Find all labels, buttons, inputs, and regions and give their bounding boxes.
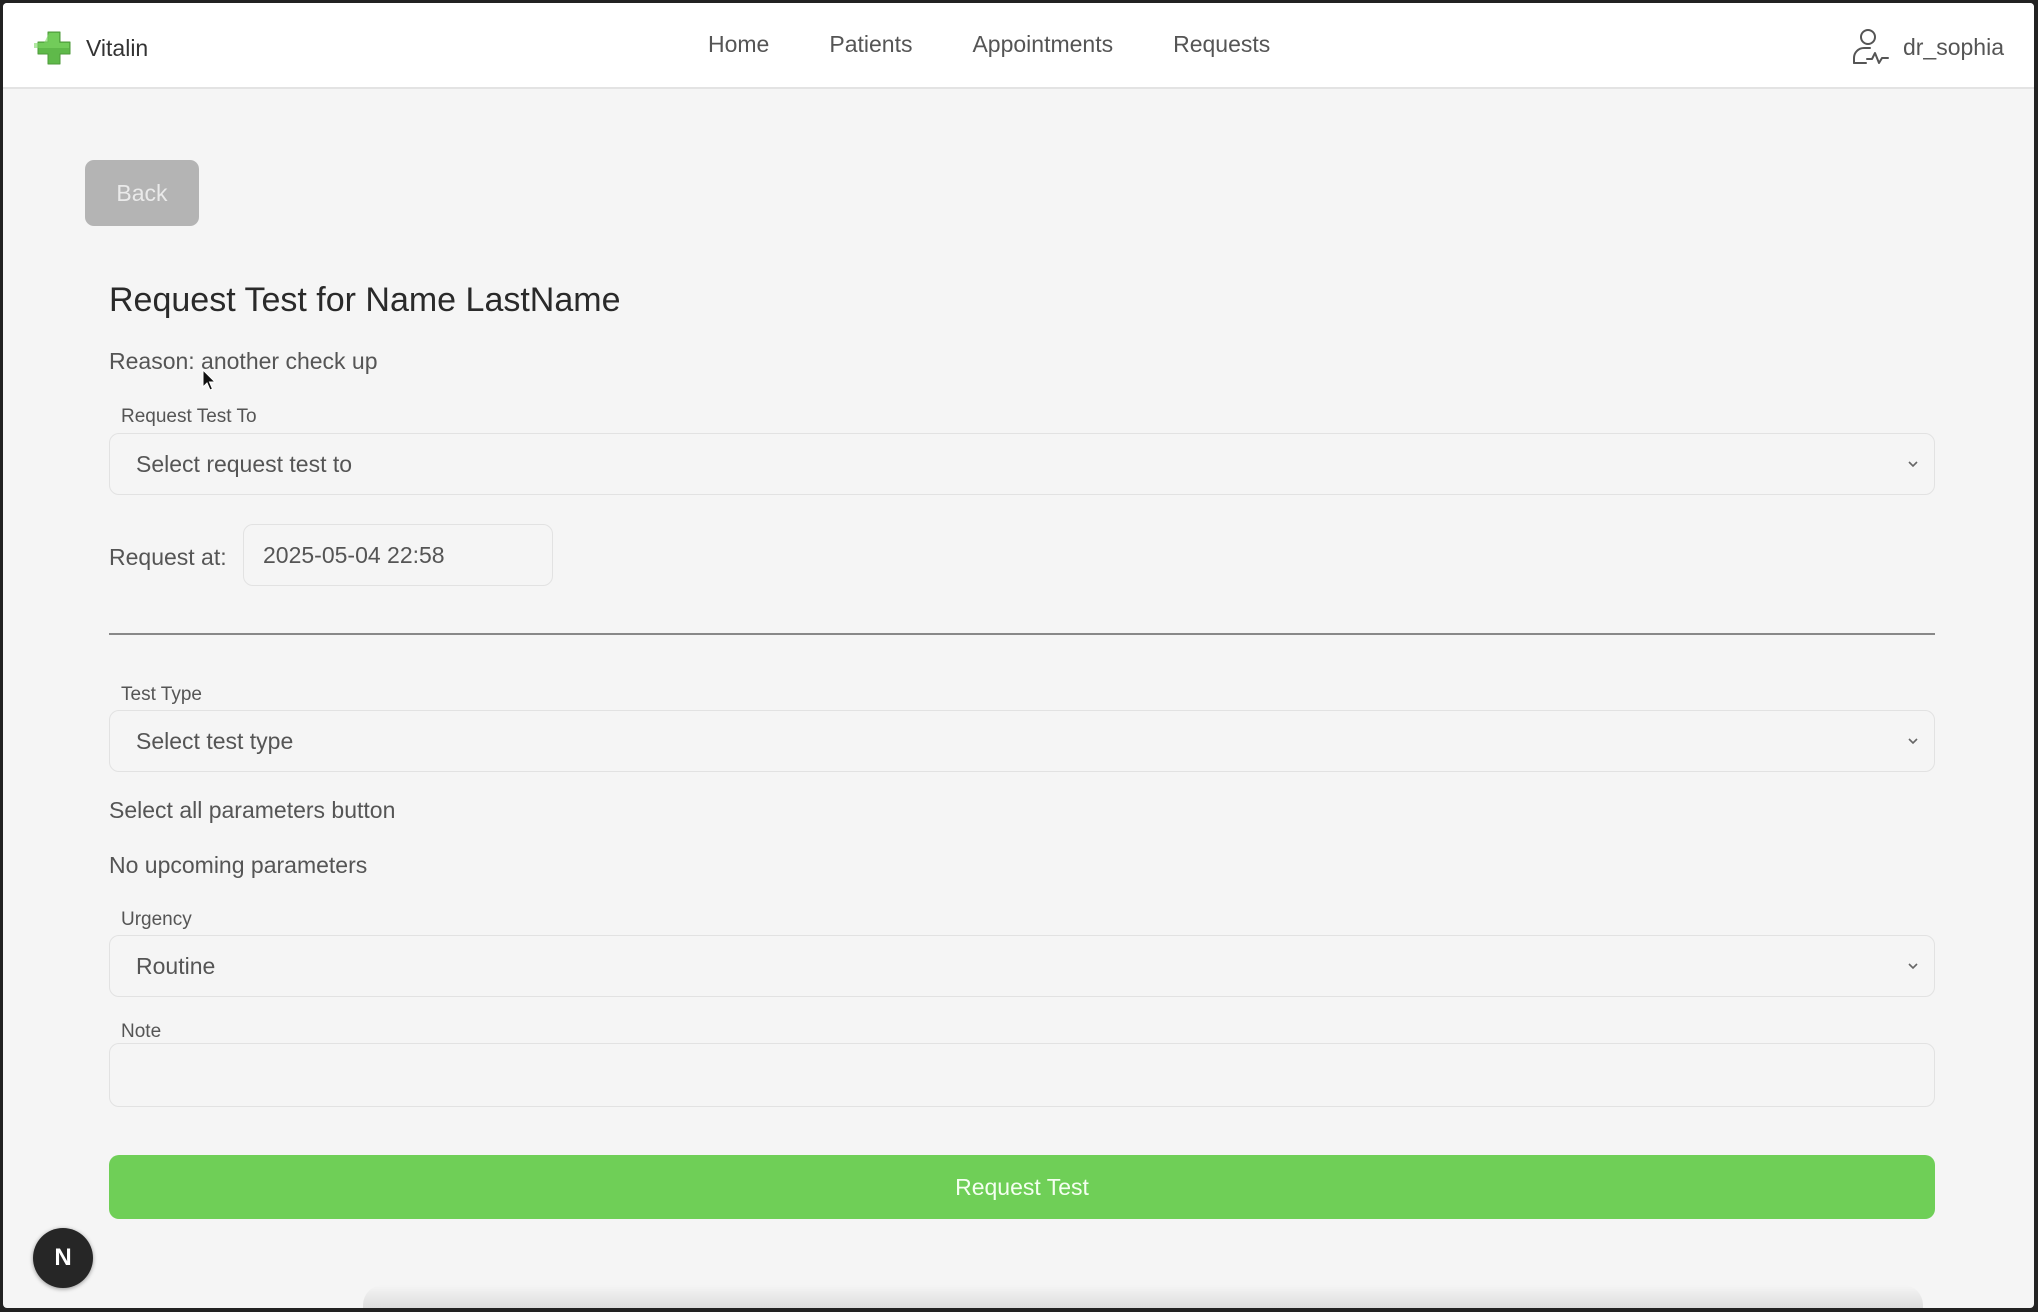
nav-requests[interactable]: Requests xyxy=(1173,31,1270,58)
request-at-input[interactable]: 2025-05-04 22:58 xyxy=(243,524,553,586)
app-window: Vitalin Home Patients Appointments Reque… xyxy=(3,3,2034,1308)
user-name: dr_sophia xyxy=(1902,33,2004,60)
dev-tools-badge[interactable]: N xyxy=(33,1228,93,1288)
request-at-value: 2025-05-04 22:58 xyxy=(263,541,445,568)
test-type-label: Test Type xyxy=(121,684,202,705)
request-at-label: Request at: xyxy=(109,544,227,570)
page-title: Request Test for Name LastName xyxy=(109,281,621,319)
brand-name: Vitalin xyxy=(86,34,149,61)
chevron-down-icon xyxy=(1908,738,1918,745)
nav-patients[interactable]: Patients xyxy=(829,31,912,58)
main-nav: Home Patients Appointments Requests xyxy=(708,31,1270,58)
urgency-value: Routine xyxy=(136,952,216,979)
note-input[interactable] xyxy=(109,1043,1935,1107)
request-test-button[interactable]: Request Test xyxy=(109,1155,1935,1219)
mouse-cursor-icon xyxy=(202,369,217,391)
request-test-to-select[interactable]: Select request test to xyxy=(109,433,1935,495)
test-type-select[interactable]: Select test type xyxy=(109,710,1935,772)
reason-text: Reason: another check up xyxy=(109,348,378,374)
nav-appointments[interactable]: Appointments xyxy=(972,31,1113,58)
green-cross-icon xyxy=(34,31,71,65)
nav-home[interactable]: Home xyxy=(708,31,769,58)
back-button[interactable]: Back xyxy=(85,160,199,226)
note-label: Note xyxy=(121,1021,162,1042)
no-parameters-text: No upcoming parameters xyxy=(109,852,368,878)
request-test-to-label: Request Test To xyxy=(121,406,257,427)
chevron-down-icon xyxy=(1908,461,1918,468)
test-type-value: Select test type xyxy=(136,727,294,754)
request-test-to-value: Select request test to xyxy=(136,450,353,477)
urgency-select[interactable]: Routine xyxy=(109,935,1935,997)
bottom-shadow xyxy=(363,1285,1923,1308)
chevron-down-icon xyxy=(1908,963,1918,970)
doctor-user-icon xyxy=(1852,29,1889,64)
top-navbar: Vitalin Home Patients Appointments Reque… xyxy=(3,3,2034,89)
section-divider xyxy=(109,633,1935,635)
user-menu[interactable]: dr_sophia xyxy=(1851,27,2004,67)
urgency-label: Urgency xyxy=(121,909,192,930)
brand[interactable]: Vitalin xyxy=(34,28,148,68)
select-all-parameters-text[interactable]: Select all parameters button xyxy=(109,797,395,824)
